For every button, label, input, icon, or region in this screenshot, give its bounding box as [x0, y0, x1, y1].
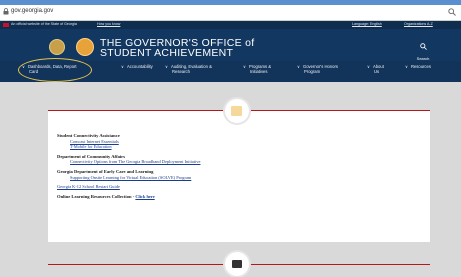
chevron-down-icon: ∨	[121, 64, 124, 69]
chevron-down-icon: ∨	[165, 64, 168, 69]
chevron-down-icon: ∨	[367, 64, 370, 69]
agency-logo-icon[interactable]	[76, 38, 94, 56]
resource-list: Student Connectivity Assistance Comcast …	[57, 133, 200, 199]
browser-address-bar[interactable]: gov.georgia.gov	[0, 5, 461, 21]
language-link[interactable]: Language: English	[352, 22, 382, 26]
georgia-map-badge	[225, 99, 249, 123]
chevron-down-icon: ∨	[243, 64, 246, 69]
site-title[interactable]: THE GOVERNOR'S OFFICE of STUDENT ACHIEVE…	[100, 38, 254, 59]
nav-item-auditing[interactable]: ∨ Auditing, Evaluation & Research	[165, 64, 212, 74]
computer-icon	[232, 260, 242, 268]
how-you-know-link[interactable]: How you know	[97, 22, 120, 26]
highlight-ellipse	[18, 58, 92, 82]
link-solve[interactable]: Supporting Onsite Learning for Virtual E…	[70, 175, 200, 181]
url-text[interactable]: gov.georgia.gov	[11, 8, 53, 14]
nav-item-programs[interactable]: ∨ Programs & Initiatives	[243, 64, 271, 74]
search-button[interactable]: Search	[413, 37, 433, 61]
site-title-line2: STUDENT ACHIEVEMENT	[100, 47, 234, 59]
link-broadband[interactable]: Connectivity Options from The Georgia Br…	[70, 159, 200, 165]
chevron-down-icon: ∨	[297, 64, 300, 69]
organizations-link[interactable]: Organizations A-Z	[404, 22, 433, 26]
official-gov-strip: An official website of the State of Geor…	[0, 21, 461, 29]
computer-badge	[225, 252, 249, 276]
state-seal-icon	[49, 39, 65, 55]
nav-item-governors-honors[interactable]: ∨ Governor's Honors Program	[297, 64, 338, 74]
search-icon	[419, 43, 427, 50]
nav-item-about[interactable]: ∨ About Us	[367, 64, 384, 74]
nav-item-resources[interactable]: ∨ Resources	[405, 64, 431, 69]
browser-search-icon[interactable]	[448, 8, 456, 16]
lock-icon	[3, 8, 9, 15]
georgia-flag-icon	[3, 23, 9, 27]
link-click-here[interactable]: Click here	[135, 194, 154, 199]
official-site-text: An official website of the State of Geor…	[11, 22, 77, 26]
online-learning-text: Online Learning Resources Collection -	[57, 193, 136, 199]
georgia-map-icon	[231, 106, 242, 116]
chevron-down-icon: ∨	[405, 64, 408, 69]
nav-item-accountability[interactable]: ∨ Accountability	[121, 64, 153, 69]
online-learning-line: Online Learning Resources Collection - C…	[57, 194, 200, 200]
